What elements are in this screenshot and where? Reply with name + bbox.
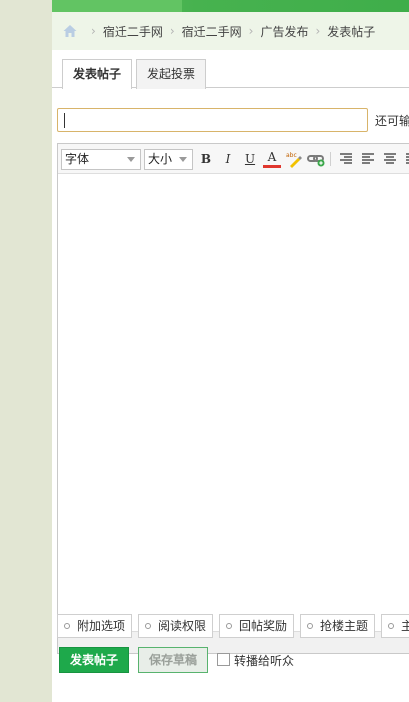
font-family-label: 字体 (65, 152, 90, 166)
align-center-icon (384, 153, 396, 164)
align-left-button[interactable] (359, 150, 377, 168)
tab-post-thread[interactable]: 发表帖子 (62, 59, 132, 89)
chevron-down-icon (127, 157, 135, 162)
font-color-button[interactable]: A (263, 150, 281, 168)
post-editor-panel: 发表帖子 发起投票 还可输 字体 大小 B I U A abc 附加选项 阅读权… (52, 50, 409, 702)
align-justify-icon (406, 153, 409, 164)
broadcast-label: 转播给听众 (234, 654, 295, 668)
editor-toolbar: 字体 大小 B I U A abc (58, 144, 409, 174)
title-input[interactable] (57, 108, 368, 132)
align-left-icon (362, 153, 374, 164)
underline-button[interactable]: U (241, 150, 259, 168)
highlight-button[interactable]: abc (285, 150, 303, 168)
align-right-button[interactable] (337, 150, 355, 168)
rich-text-editor: 字体 大小 B I U A abc (57, 143, 409, 654)
tab-start-poll[interactable]: 发起投票 (136, 59, 206, 89)
option-bullet-icon (226, 622, 232, 629)
svg-text:abc: abc (286, 152, 297, 159)
home-icon[interactable] (62, 23, 78, 39)
chevron-right-icon: › (91, 24, 96, 38)
option-reply-reward[interactable]: 回帖奖励 (219, 614, 294, 638)
highlight-pen-icon: abc (286, 152, 302, 168)
extra-options-bar: 附加选项 阅读权限 回帖奖励 抢楼主题 主 (57, 614, 409, 638)
submit-actions: 发表帖子 保存草稿 转播给听众 (59, 647, 409, 675)
broadcast-checkbox[interactable] (217, 653, 230, 666)
option-bullet-icon (145, 622, 151, 629)
text-caret (64, 113, 65, 128)
chevron-right-icon: › (315, 24, 321, 38)
option-label: 回帖奖励 (239, 619, 288, 633)
tab-bar: 发表帖子 发起投票 (52, 50, 409, 89)
font-size-select[interactable]: 大小 (144, 149, 193, 170)
chevron-right-icon: › (248, 24, 254, 38)
bold-button[interactable]: B (197, 150, 215, 168)
italic-button[interactable]: I (219, 150, 237, 168)
chevron-down-icon (179, 157, 187, 162)
option-bullet-icon (307, 622, 313, 629)
align-justify-button[interactable] (403, 150, 409, 168)
breadcrumb: › 宿迁二手网 › 宿迁二手网 › 广告发布 › 发表帖子 (52, 12, 409, 50)
toolbar-separator (330, 152, 331, 166)
editor-content-area[interactable] (58, 175, 409, 630)
option-label: 附加选项 (77, 619, 126, 633)
site-header-bar (52, 0, 409, 12)
option-additional[interactable]: 附加选项 (57, 614, 132, 638)
breadcrumb-current: 发表帖子 (327, 24, 376, 39)
option-label: 主 (401, 619, 409, 633)
align-center-button[interactable] (381, 150, 399, 168)
option-topic[interactable]: 主 (381, 614, 409, 638)
breadcrumb-link[interactable]: 广告发布 (260, 23, 308, 40)
link-icon (307, 155, 325, 167)
chevron-right-icon: › (169, 24, 175, 38)
option-bullet-icon (388, 622, 394, 629)
post-thread-button[interactable]: 发表帖子 (59, 647, 129, 673)
option-read-permission[interactable]: 阅读权限 (138, 614, 213, 638)
option-label: 抢楼主题 (320, 619, 369, 633)
page-background-strip (0, 0, 52, 702)
align-right-icon (340, 153, 352, 164)
font-family-select[interactable]: 字体 (61, 149, 141, 170)
insert-link-button[interactable] (307, 150, 325, 168)
font-size-label: 大小 (148, 152, 173, 166)
option-bullet-icon (64, 622, 70, 629)
option-label: 阅读权限 (158, 619, 207, 633)
breadcrumb-link[interactable]: 宿迁二手网 (182, 23, 242, 40)
remaining-chars-label: 还可输 (375, 114, 409, 128)
save-draft-button[interactable]: 保存草稿 (138, 647, 208, 673)
header-accent (52, 0, 182, 12)
breadcrumb-link[interactable]: 宿迁二手网 (103, 23, 163, 40)
option-floor-grab[interactable]: 抢楼主题 (300, 614, 375, 638)
